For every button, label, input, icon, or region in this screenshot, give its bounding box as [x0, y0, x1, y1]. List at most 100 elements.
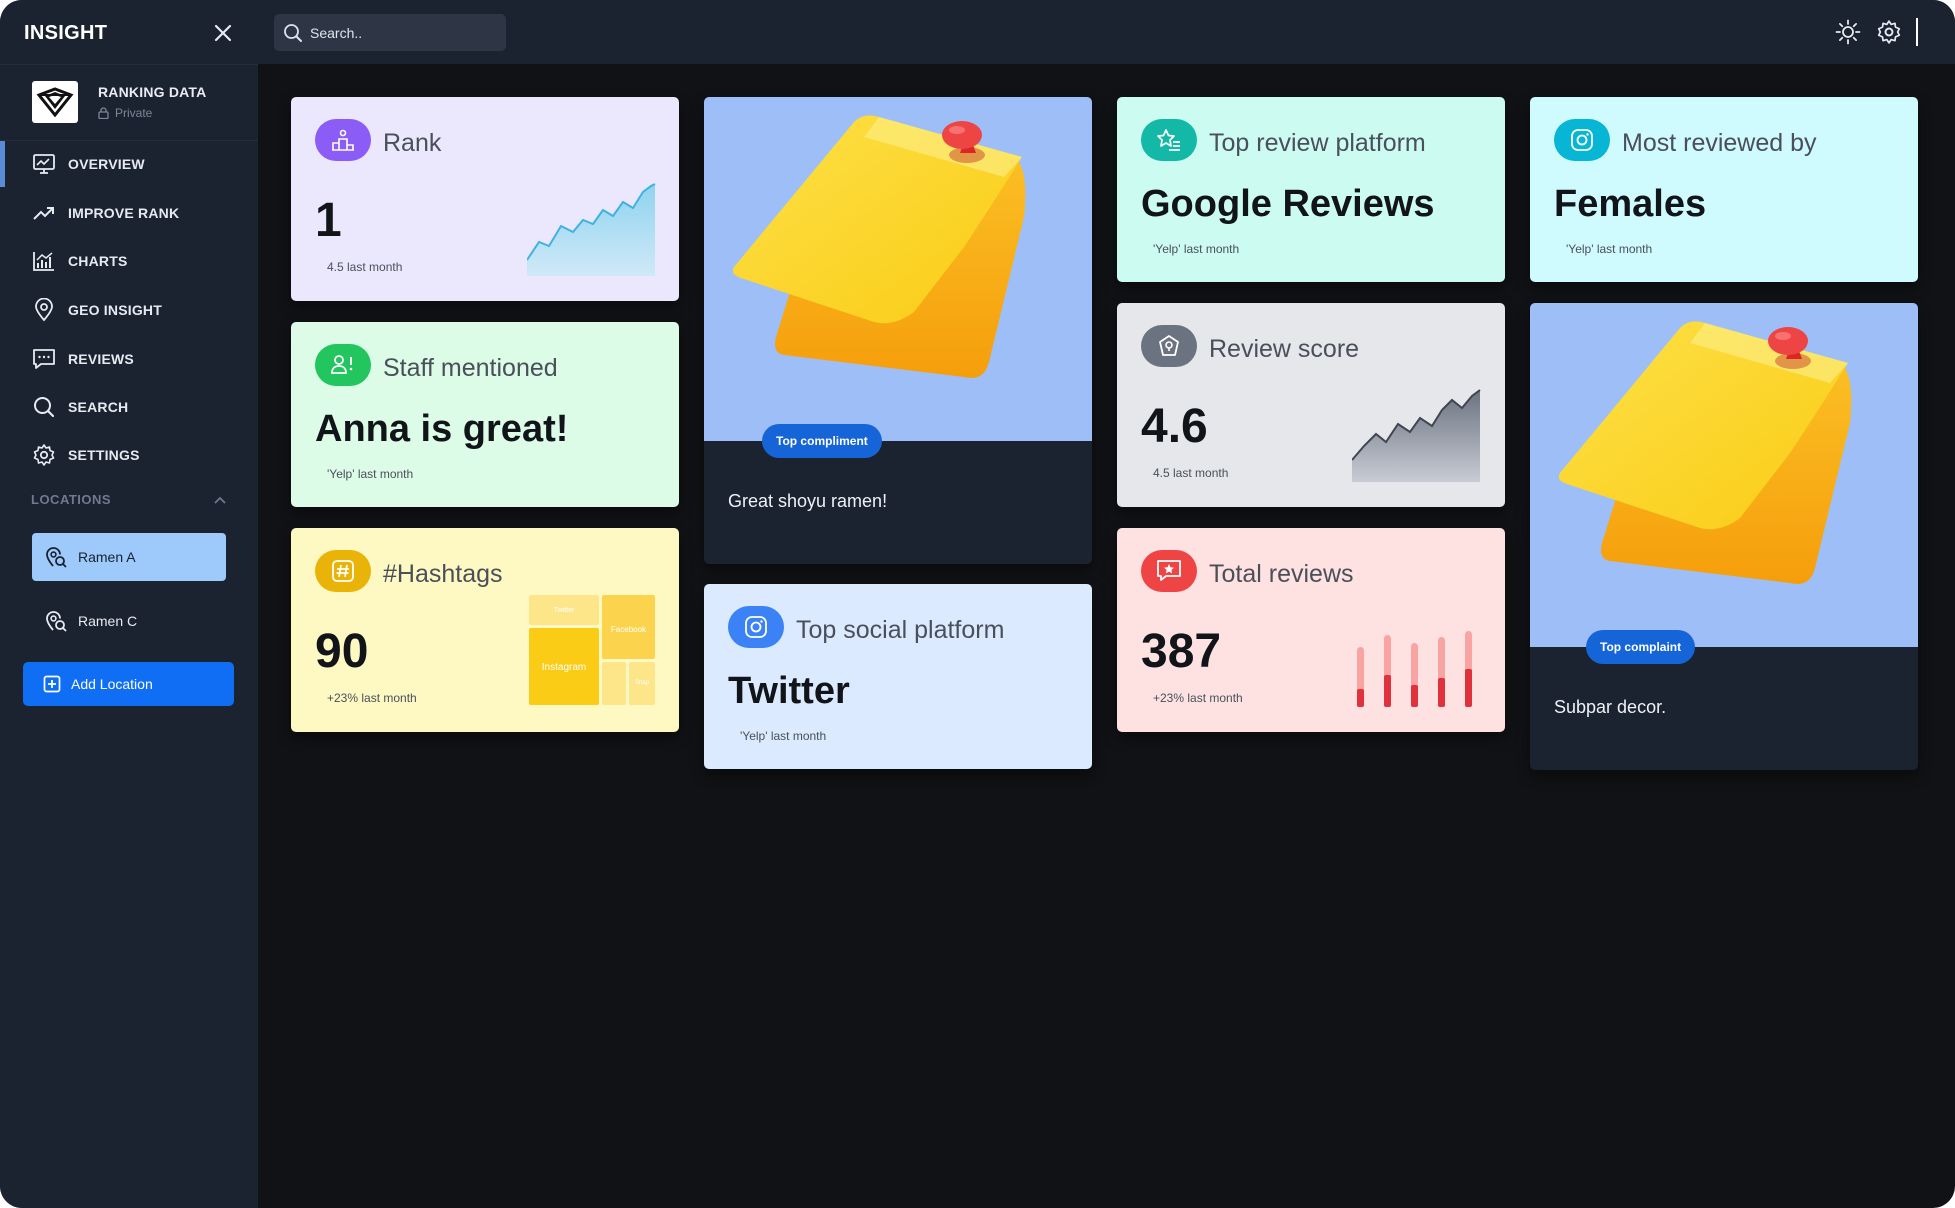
top-compliment-card[interactable]: Top compliment Great shoyu ramen! [704, 97, 1092, 564]
hashtags-sub: +23% last month [327, 691, 417, 705]
top-complaint-card[interactable]: Top complaint Subpar decor. [1530, 303, 1918, 770]
hashtags-title: #Hashtags [383, 560, 503, 588]
nav-item-overview[interactable]: OVERVIEW [0, 141, 258, 187]
location-label: Ramen C [78, 613, 138, 629]
most-reviewed-badge [1554, 119, 1610, 161]
nav-item-search[interactable]: SEARCH [0, 384, 258, 430]
charts-icon [32, 249, 56, 273]
sticky-note-illustration [704, 97, 1092, 441]
treemap-cell: Instagram [529, 628, 599, 705]
location-label: Ramen A [78, 549, 136, 565]
chevron-up-icon [214, 496, 226, 504]
nav-item-charts[interactable]: CHARTS [0, 238, 258, 284]
social-sub: 'Yelp' last month [740, 729, 827, 743]
top-complaint-text: Subpar decor. [1554, 697, 1667, 717]
nav-item-improve-rank[interactable]: IMPROVE RANK [0, 190, 258, 236]
add-location-button[interactable]: Add Location [23, 662, 234, 706]
settings-button[interactable] [1875, 18, 1903, 46]
project-privacy: Private [98, 106, 152, 120]
rank-badge [315, 119, 371, 161]
staff-sub: 'Yelp' last month [327, 467, 414, 481]
sticky-note-illustration [1530, 303, 1918, 647]
staff-card[interactable]: Staff mentioned Anna is great! 'Yelp' la… [291, 322, 679, 507]
add-location-label: Add Location [71, 676, 153, 692]
close-icon [214, 24, 232, 42]
location-item-ramen-c[interactable]: Ramen C [32, 597, 226, 645]
treemap-cell: Facebook [602, 595, 655, 659]
total-reviews-title: Total reviews [1209, 560, 1354, 588]
rank-value: 1 [315, 194, 342, 247]
theme-toggle-button[interactable] [1834, 18, 1862, 46]
sidebar: INSIGHT RANKING DATA Private OVERVIEW IM… [0, 0, 258, 1208]
most-reviewed-sub: 'Yelp' last month [1566, 242, 1653, 256]
bar-fill [1411, 685, 1418, 707]
person-alert-icon [331, 355, 353, 374]
review-score-sub: 4.5 last month [1153, 466, 1229, 480]
project-privacy-label: Private [115, 106, 153, 120]
review-score-card[interactable]: Review score 4.6 4.5 last month [1117, 303, 1505, 507]
rank-card[interactable]: Rank 1 4.5 last month [291, 97, 679, 301]
hashtags-card[interactable]: #Hashtags 90 +23% last month Twitter Fac… [291, 528, 679, 732]
brand-title: INSIGHT [24, 22, 108, 44]
divider [1916, 18, 1918, 46]
trend-up-icon [32, 201, 56, 225]
top-bar: Search.. [258, 0, 1955, 64]
bar-fill [1384, 675, 1391, 707]
podium-icon [332, 129, 354, 151]
search-box[interactable]: Search.. [274, 14, 506, 51]
star-list-icon [1157, 129, 1180, 151]
location-pin-icon [32, 298, 56, 322]
project-name: RANKING DATA [98, 84, 207, 100]
project-logo-icon [36, 87, 74, 117]
top-social-platform-card[interactable]: Top social platform Twitter 'Yelp' last … [704, 584, 1092, 769]
rank-sub: 4.5 last month [327, 260, 403, 274]
location-item-ramen-a[interactable]: Ramen A [32, 533, 226, 581]
divider [0, 64, 258, 65]
review-platform-title: Top review platform [1209, 129, 1426, 157]
bar-fill [1438, 678, 1445, 707]
nav-label: SEARCH [68, 399, 129, 415]
search-input[interactable]: Search.. [310, 25, 362, 41]
bar-fill [1465, 669, 1472, 707]
social-badge [728, 606, 784, 648]
locations-header[interactable]: LOCATIONS [31, 492, 227, 507]
hashtags-treemap: Twitter Facebook Instagram Snap [529, 595, 655, 705]
nav-item-geo-insight[interactable]: GEO INSIGHT [0, 287, 258, 333]
total-reviews-card[interactable]: Total reviews 387 +23% last month [1117, 528, 1505, 732]
close-sidebar-button[interactable] [210, 20, 236, 46]
nav-item-settings[interactable]: SETTINGS [0, 432, 258, 478]
score-badge-icon [1159, 335, 1179, 356]
treemap-cell: Twitter [529, 595, 599, 625]
project-logo[interactable] [32, 81, 78, 123]
top-compliment-text: Great shoyu ramen! [728, 491, 888, 511]
review-score-title: Review score [1209, 335, 1360, 363]
review-score-sparkline [1352, 389, 1481, 482]
rank-sparkline [527, 183, 656, 276]
bar-fill [1357, 689, 1364, 707]
review-platform-badge [1141, 119, 1197, 161]
social-value: Twitter [728, 670, 850, 712]
treemap-cell: Snap [629, 662, 655, 705]
top-review-platform-card[interactable]: Top review platform Google Reviews 'Yelp… [1117, 97, 1505, 282]
total-reviews-sub: +23% last month [1153, 691, 1243, 705]
gear-icon [32, 443, 56, 467]
hashtags-badge [315, 550, 371, 592]
nav-item-reviews[interactable]: REVIEWS [0, 336, 258, 382]
total-reviews-value: 387 [1141, 625, 1222, 678]
social-title: Top social platform [796, 616, 1005, 644]
total-reviews-badge [1141, 550, 1197, 592]
nav-label: GEO INSIGHT [68, 302, 162, 318]
nav-label: SETTINGS [68, 447, 140, 463]
most-reviewed-title: Most reviewed by [1622, 129, 1817, 157]
sun-icon [1835, 19, 1861, 45]
chat-icon [32, 347, 56, 371]
sticky-note-image [732, 115, 1026, 378]
most-reviewed-card[interactable]: Most reviewed by Females 'Yelp' last mon… [1530, 97, 1918, 282]
review-platform-value: Google Reviews [1141, 183, 1435, 225]
nav-label: OVERVIEW [68, 156, 145, 172]
gear-icon [1877, 20, 1901, 44]
total-reviews-bar-chart [1357, 631, 1472, 707]
top-compliment-pill: Top compliment [762, 424, 882, 458]
overview-icon [32, 152, 56, 176]
locations-label: LOCATIONS [31, 492, 112, 507]
